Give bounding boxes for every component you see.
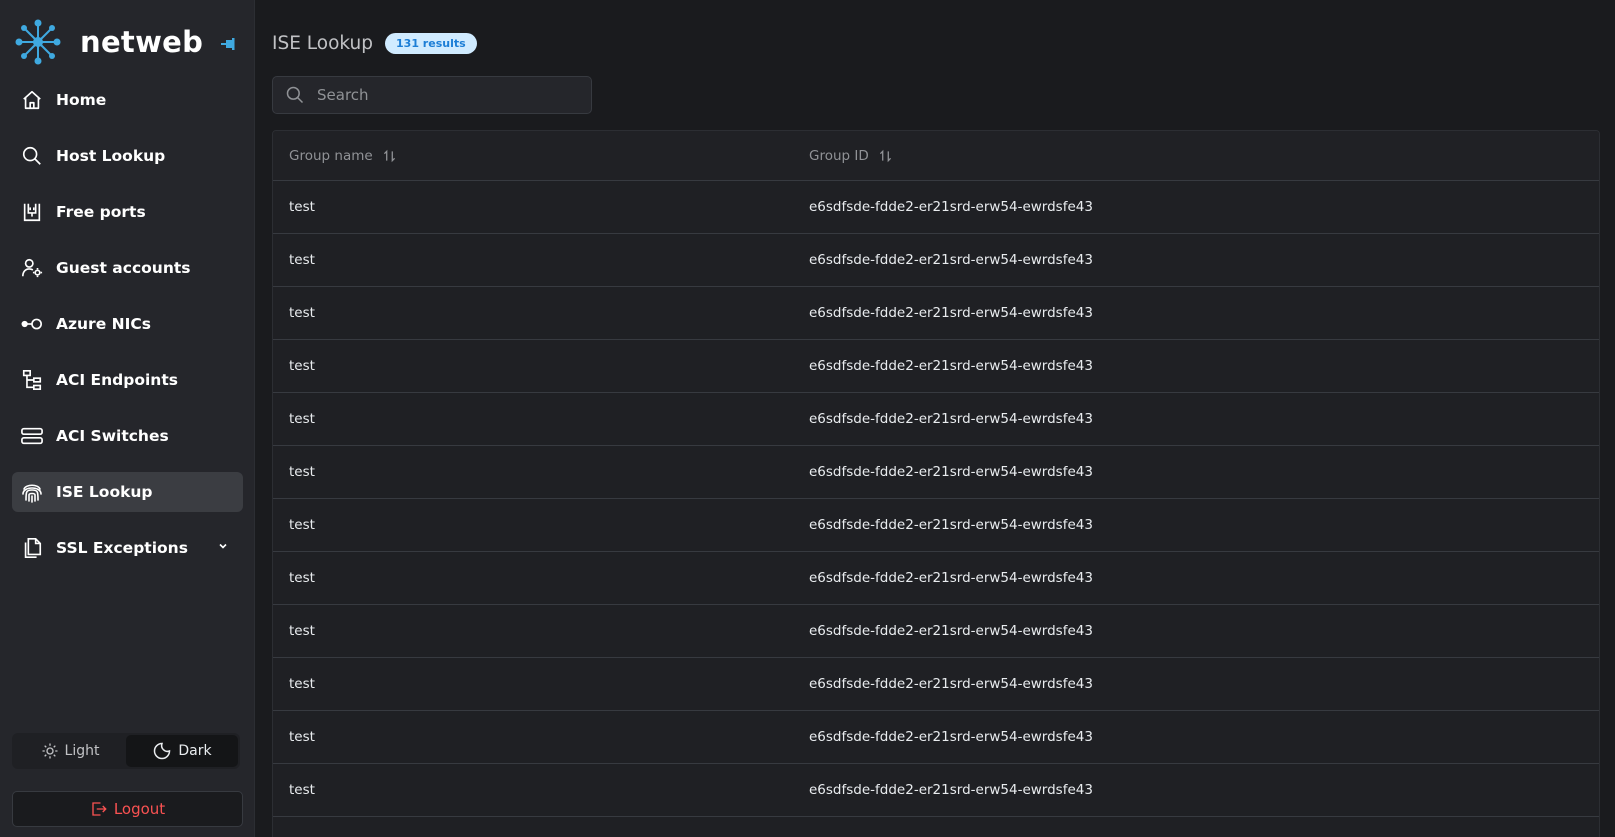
cell-group-id: e6sdfsde-fdde2-er21srd-erw54-ewrdsfe43 [809, 570, 1093, 586]
column-header-label: Group ID [809, 147, 869, 164]
chevron-down-icon[interactable] [217, 540, 229, 552]
logout-icon [92, 802, 107, 816]
table-row[interactable]: test e6sdfsde-fdde2-er21srd-erw54-ewrdsfe… [273, 234, 1599, 287]
sidebar-item-label: Host Lookup [56, 147, 166, 165]
table-row[interactable]: test e6sdfsde-fdde2-er21srd-erw54-ewrdsfe… [273, 287, 1599, 340]
files-icon [20, 536, 44, 560]
table-row[interactable]: test e6sdfsde-fdde2-er21srd-erw54-ewrdsfe… [273, 764, 1599, 817]
sidebar-item-label: ACI Endpoints [56, 371, 178, 389]
sidebar-item-guest-accounts[interactable]: Guest accounts [12, 248, 243, 288]
cell-group-name: test [289, 782, 315, 798]
cell-group-name: test [289, 358, 315, 374]
results-badge: 131 results [385, 33, 477, 54]
cell-group-id: e6sdfsde-fdde2-er21srd-erw54-ewrdsfe43 [809, 252, 1093, 268]
sidebar-item-label: Free ports [56, 203, 146, 221]
sidebar-item-home[interactable]: Home [12, 80, 243, 120]
sidebar-item-ise-lookup[interactable]: ISE Lookup [12, 472, 243, 512]
theme-toggle: Light Dark [12, 733, 240, 769]
nic-icon [20, 312, 44, 336]
table-row[interactable]: test e6sdfsde-fdde2-er21srd-erw54-ewrdsfe… [273, 446, 1599, 499]
user-settings-icon [20, 256, 44, 280]
cell-group-name: test [289, 570, 315, 586]
cell-group-id: e6sdfsde-fdde2-er21srd-erw54-ewrdsfe43 [809, 623, 1093, 639]
search-icon [286, 86, 304, 104]
sidebar-item-label: Azure NICs [56, 315, 151, 333]
sort-icon[interactable] [383, 149, 396, 163]
table-row[interactable]: test e6sdfsde-fdde2-er21srd-erw54-ewrdsfe… [273, 393, 1599, 446]
column-header-group-name[interactable]: Group name [273, 148, 793, 164]
table-row[interactable]: test e6sdfsde-fdde2-er21srd-erw54-ewrdsfe… [273, 340, 1599, 393]
sun-icon [42, 743, 58, 759]
sidebar-item-label: ISE Lookup [56, 483, 153, 501]
pin-icon[interactable] [219, 35, 237, 53]
sidebar-item-label: Guest accounts [56, 259, 191, 277]
sidebar-item-label: Home [56, 91, 107, 109]
cell-group-name: test [289, 252, 315, 268]
cell-group-name: test [289, 411, 315, 427]
table-row[interactable]: test e6sdfsde-fdde2-er21srd-erw54-ewrdsfe… [273, 552, 1599, 605]
cell-group-id: e6sdfsde-fdde2-er21srd-erw54-ewrdsfe43 [809, 782, 1093, 798]
server-icon [20, 424, 44, 448]
logout-button[interactable]: Logout [12, 791, 243, 827]
column-header-label: Group name [289, 147, 373, 164]
logout-label: Logout [113, 800, 166, 818]
sidebar-item-aci-endpoints[interactable]: ACI Endpoints [12, 360, 243, 400]
table-row[interactable]: test e6sdfsde-fdde2-er21srd-erw54-ewrdsfe… [273, 711, 1599, 764]
cell-group-id: e6sdfsde-fdde2-er21srd-erw54-ewrdsfe43 [809, 729, 1093, 745]
sidebar-item-host-lookup[interactable]: Host Lookup [12, 136, 243, 176]
sort-icon[interactable] [879, 149, 892, 163]
sidebar-nav: Home Host Lookup Free ports Guest accoun… [12, 80, 243, 584]
column-header-group-id[interactable]: Group ID [793, 148, 1599, 164]
hierarchy-icon [20, 368, 44, 392]
fingerprint-icon [20, 480, 44, 504]
cell-group-id: e6sdfsde-fdde2-er21srd-erw54-ewrdsfe43 [809, 199, 1093, 215]
cell-group-name: test [289, 199, 315, 215]
sidebar-item-label: ACI Switches [56, 427, 169, 445]
page-header: ISE Lookup 131 results [272, 33, 477, 54]
network-logo-icon [15, 19, 61, 65]
theme-dark-label: Dark [178, 743, 212, 759]
table-row[interactable]: test e6sdfsde-fdde2-er21srd-erw54-ewrdsfe… [273, 605, 1599, 658]
moon-icon [154, 742, 171, 760]
table-row[interactable]: test e6sdfsde-fdde2-er21srd-erw54-ewrdsfe… [273, 658, 1599, 711]
cell-group-name: test [289, 517, 315, 533]
cell-group-name: test [289, 305, 315, 321]
home-icon [20, 88, 44, 112]
cell-group-name: test [289, 676, 315, 692]
table-row[interactable]: test e6sdfsde-fdde2-er21srd-erw54-ewrdsfe… [273, 181, 1599, 234]
port-icon [20, 200, 44, 224]
sidebar: netweb Home Host Lookup Free ports Guest… [0, 0, 255, 837]
table-body: test e6sdfsde-fdde2-er21srd-erw54-ewrdsfe… [273, 181, 1599, 817]
search-icon [20, 144, 44, 168]
sidebar-item-label: SSL Exceptions [56, 539, 188, 557]
cell-group-id: e6sdfsde-fdde2-er21srd-erw54-ewrdsfe43 [809, 464, 1093, 480]
cell-group-name: test [289, 623, 315, 639]
table-header: Group name Group ID [273, 131, 1599, 181]
cell-group-id: e6sdfsde-fdde2-er21srd-erw54-ewrdsfe43 [809, 305, 1093, 321]
theme-dark-option[interactable]: Dark [126, 735, 238, 767]
app-name: netweb [80, 25, 204, 59]
table-row[interactable]: test e6sdfsde-fdde2-er21srd-erw54-ewrdsfe… [273, 499, 1599, 552]
cell-group-id: e6sdfsde-fdde2-er21srd-erw54-ewrdsfe43 [809, 517, 1093, 533]
results-table: Group name Group ID test e6sdfsde-fdde2-e… [272, 130, 1600, 837]
cell-group-id: e6sdfsde-fdde2-er21srd-erw54-ewrdsfe43 [809, 358, 1093, 374]
search-input[interactable] [317, 86, 577, 104]
cell-group-id: e6sdfsde-fdde2-er21srd-erw54-ewrdsfe43 [809, 411, 1093, 427]
sidebar-item-azure-nics[interactable]: Azure NICs [12, 304, 243, 344]
cell-group-id: e6sdfsde-fdde2-er21srd-erw54-ewrdsfe43 [809, 676, 1093, 692]
search-box [272, 76, 592, 114]
cell-group-name: test [289, 729, 315, 745]
page-title: ISE Lookup [272, 33, 374, 54]
brand[interactable]: netweb [14, 16, 203, 68]
theme-light-label: Light [64, 743, 100, 759]
main-content: ISE Lookup 131 results Group name Group … [272, 0, 1600, 837]
cell-group-name: test [289, 464, 315, 480]
sidebar-item-free-ports[interactable]: Free ports [12, 192, 243, 232]
sidebar-item-ssl-exceptions[interactable]: SSL Exceptions [12, 528, 243, 568]
theme-light-option[interactable]: Light [14, 735, 126, 767]
sidebar-item-aci-switches[interactable]: ACI Switches [12, 416, 243, 456]
